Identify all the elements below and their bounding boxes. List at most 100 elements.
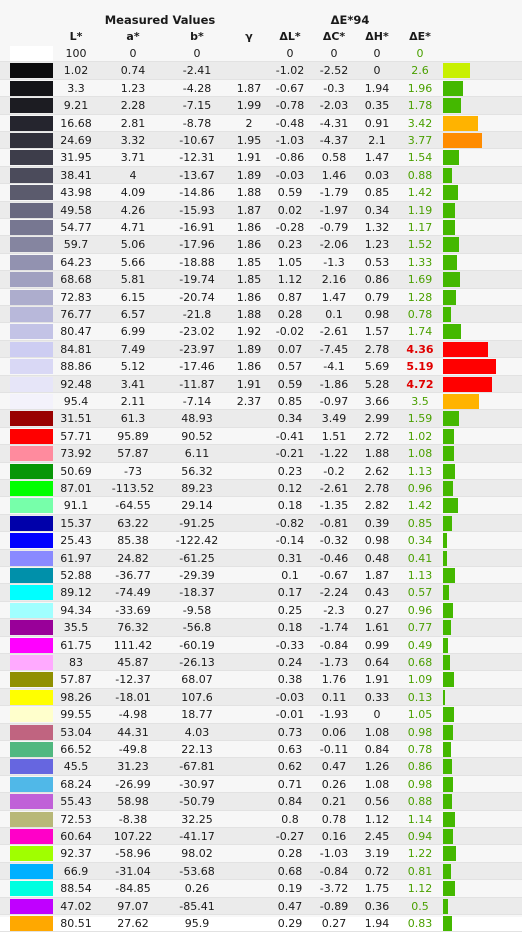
delta-e-bar — [443, 272, 460, 288]
color-swatch — [10, 916, 53, 931]
cell-delta-L: 0.24 — [277, 656, 303, 669]
cell-a-star: -74.49 — [115, 586, 151, 600]
cell-b-star: -14.86 — [179, 186, 215, 200]
delta-e-bar — [443, 916, 452, 931]
cell-delta-C: -1.3 — [323, 255, 345, 269]
cell-delta-L: 0.18 — [277, 621, 303, 635]
cell-delta-C: -4.1 — [323, 360, 345, 374]
cell-b-star: 98.02 — [181, 847, 213, 861]
cell-delta-E: 0.86 — [407, 760, 433, 774]
color-swatch — [10, 394, 53, 409]
cell-a-star: 107.22 — [113, 830, 153, 843]
cell-delta-E: 1.69 — [407, 273, 433, 287]
cell-delta-H: 1.91 — [364, 673, 390, 687]
cell-gamma: 1.89 — [236, 342, 262, 356]
table-row: 95.4 2.11 -7.14 2.37 0.85 -0.97 3.66 3.5 — [0, 393, 522, 411]
cell-a-star: -26.99 — [115, 777, 151, 791]
cell-delta-C: -7.45 — [319, 342, 349, 356]
cell-delta-E: 0.78 — [407, 743, 433, 756]
delta-e-bar — [443, 359, 496, 375]
cell-L-star: 88.54 — [60, 882, 92, 896]
cell-a-star: 4.09 — [120, 186, 146, 200]
cell-delta-E: 1.13 — [407, 569, 433, 582]
color-swatch — [10, 568, 53, 583]
cell-a-star: 0.74 — [120, 64, 146, 78]
delta-e-bar — [443, 707, 454, 723]
cell-delta-H: 1.23 — [364, 238, 390, 252]
cell-delta-L: 0.02 — [277, 203, 303, 217]
color-swatch — [10, 376, 53, 392]
color-swatch — [10, 602, 53, 618]
cell-b-star: -122.42 — [175, 534, 219, 548]
cell-delta-H: 0.35 — [364, 99, 390, 113]
cell-delta-E: 1.08 — [407, 447, 433, 461]
cell-delta-C: 1.46 — [321, 168, 347, 182]
cell-delta-E: 0.81 — [407, 864, 433, 878]
cell-a-star: 6.15 — [120, 290, 146, 304]
table-row: 60.64 107.22 -41.17 -0.27 0.16 2.45 0.94 — [0, 828, 522, 846]
cell-a-star: 4.71 — [120, 221, 146, 234]
cell-delta-E: 0 — [416, 47, 424, 60]
cell-L-star: 68.24 — [60, 777, 92, 791]
cell-L-star: 43.98 — [60, 186, 92, 200]
table-row: 84.81 7.49 -23.97 1.89 0.07 -7.45 2.78 4.36 — [0, 340, 522, 359]
cell-delta-L: -0.14 — [275, 534, 305, 548]
cell-delta-H: 1.08 — [364, 777, 390, 791]
table-row: 52.88 -36.77 -29.39 0.1 -0.67 1.87 1.13 — [0, 567, 522, 585]
table-row: 88.54 -84.85 0.26 0.19 -3.72 1.75 1.12 — [0, 880, 522, 898]
column-header-gamma: γ — [245, 30, 253, 43]
cell-delta-C: -0.2 — [323, 464, 345, 478]
color-swatch — [10, 881, 53, 897]
cell-L-star: 89.12 — [60, 586, 92, 600]
cell-gamma: 1.87 — [236, 203, 262, 217]
table-row: 54.77 4.71 -16.91 1.86 -0.28 -0.79 1.32 1.17 — [0, 219, 522, 237]
cell-delta-C: 0.06 — [321, 725, 347, 739]
cell-a-star: 31.23 — [117, 760, 149, 774]
cell-delta-L: 0.38 — [277, 673, 303, 687]
cell-a-star: 5.12 — [120, 360, 146, 374]
cell-a-star: -73 — [124, 464, 142, 478]
cell-delta-L: -0.41 — [275, 429, 305, 443]
cell-delta-C: 1.76 — [321, 673, 347, 687]
delta-e-bar — [443, 411, 459, 427]
delta-e-table: Measured Values ΔE*94 L* a* b* γ ΔL* ΔC* ΔH* ΔE… — [0, 0, 522, 932]
cell-gamma: 1.87 — [236, 81, 262, 95]
cell-delta-L: -0.67 — [275, 81, 305, 95]
cell-delta-H: 1.94 — [364, 917, 390, 930]
cell-b-star: -20.74 — [179, 290, 215, 304]
table-row: 24.69 3.32 -10.67 1.95 -1.03 -4.37 2.1 3.77 — [0, 132, 522, 150]
cell-delta-E: 4.72 — [406, 377, 434, 391]
cell-b-star: -18.88 — [179, 255, 215, 269]
table-row: 50.69 -73 56.32 0.23 -0.2 2.62 1.13 — [0, 463, 522, 480]
cell-a-star: 76.32 — [117, 621, 149, 635]
cell-delta-C: 2.16 — [321, 273, 347, 287]
table-row: 57.87 -12.37 68.07 0.38 1.76 1.91 1.09 — [0, 671, 522, 689]
cell-delta-L: -1.02 — [275, 64, 305, 78]
table-row: 72.53 -8.38 32.25 0.8 0.78 1.12 1.14 — [0, 811, 522, 828]
color-swatch — [10, 829, 53, 844]
cell-L-star: 53.04 — [60, 725, 92, 739]
cell-a-star: -18.01 — [115, 690, 151, 704]
cell-delta-L: 0.59 — [277, 186, 303, 200]
cell-L-star: 91.1 — [63, 499, 89, 513]
cell-delta-E: 3.5 — [411, 395, 429, 408]
table-row: 53.04 44.31 4.03 0.73 0.06 1.08 0.98 — [0, 723, 522, 741]
cell-L-star: 72.53 — [60, 812, 92, 826]
cell-delta-E: 0.98 — [407, 777, 433, 791]
cell-delta-E: 0.68 — [407, 656, 433, 669]
cell-L-star: 3.3 — [67, 81, 85, 95]
cell-L-star: 45.5 — [63, 760, 89, 774]
cell-a-star: 2.28 — [120, 99, 146, 113]
cell-delta-L: -0.02 — [275, 325, 305, 339]
cell-b-star: 0 — [193, 47, 201, 60]
cell-L-star: 9.21 — [63, 99, 89, 113]
cell-delta-C: -2.03 — [319, 99, 349, 113]
cell-delta-E: 0.13 — [407, 690, 433, 704]
cell-delta-H: 1.26 — [364, 760, 390, 774]
cell-delta-E: 1.59 — [407, 412, 433, 426]
cell-delta-E: 1.33 — [407, 255, 433, 269]
color-swatch — [10, 202, 53, 218]
cell-delta-L: -0.03 — [275, 690, 305, 704]
column-header-delta-C: ΔC* — [322, 30, 346, 43]
cell-delta-H: 0 — [373, 708, 381, 722]
